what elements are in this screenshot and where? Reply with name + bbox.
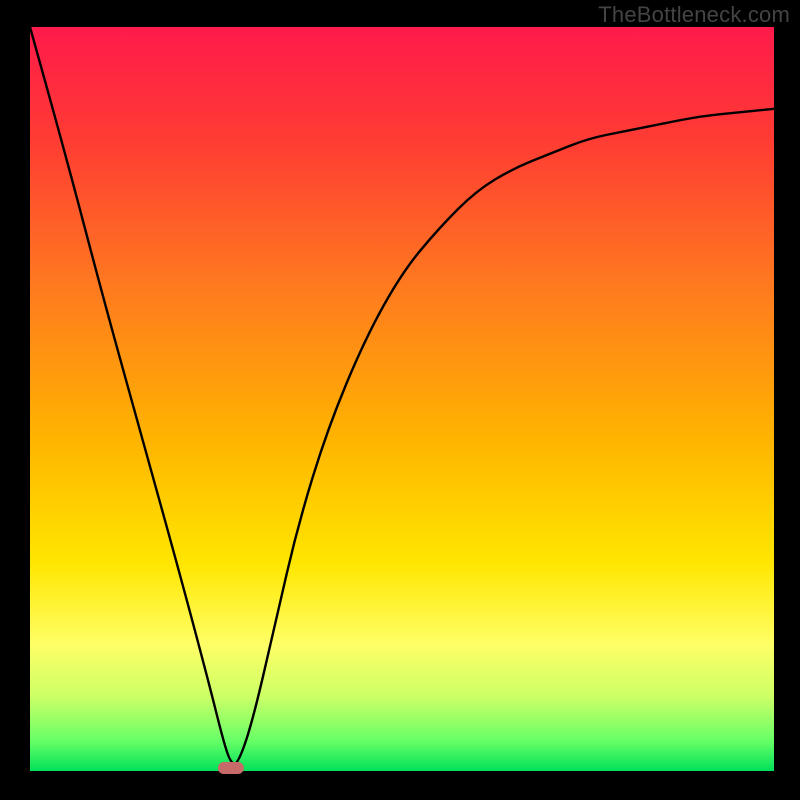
chart-frame: TheBottleneck.com	[0, 0, 800, 800]
chart-plot-area	[30, 27, 774, 771]
watermark-text: TheBottleneck.com	[598, 2, 790, 28]
minimum-marker	[218, 762, 244, 774]
bottleneck-chart	[0, 0, 800, 800]
